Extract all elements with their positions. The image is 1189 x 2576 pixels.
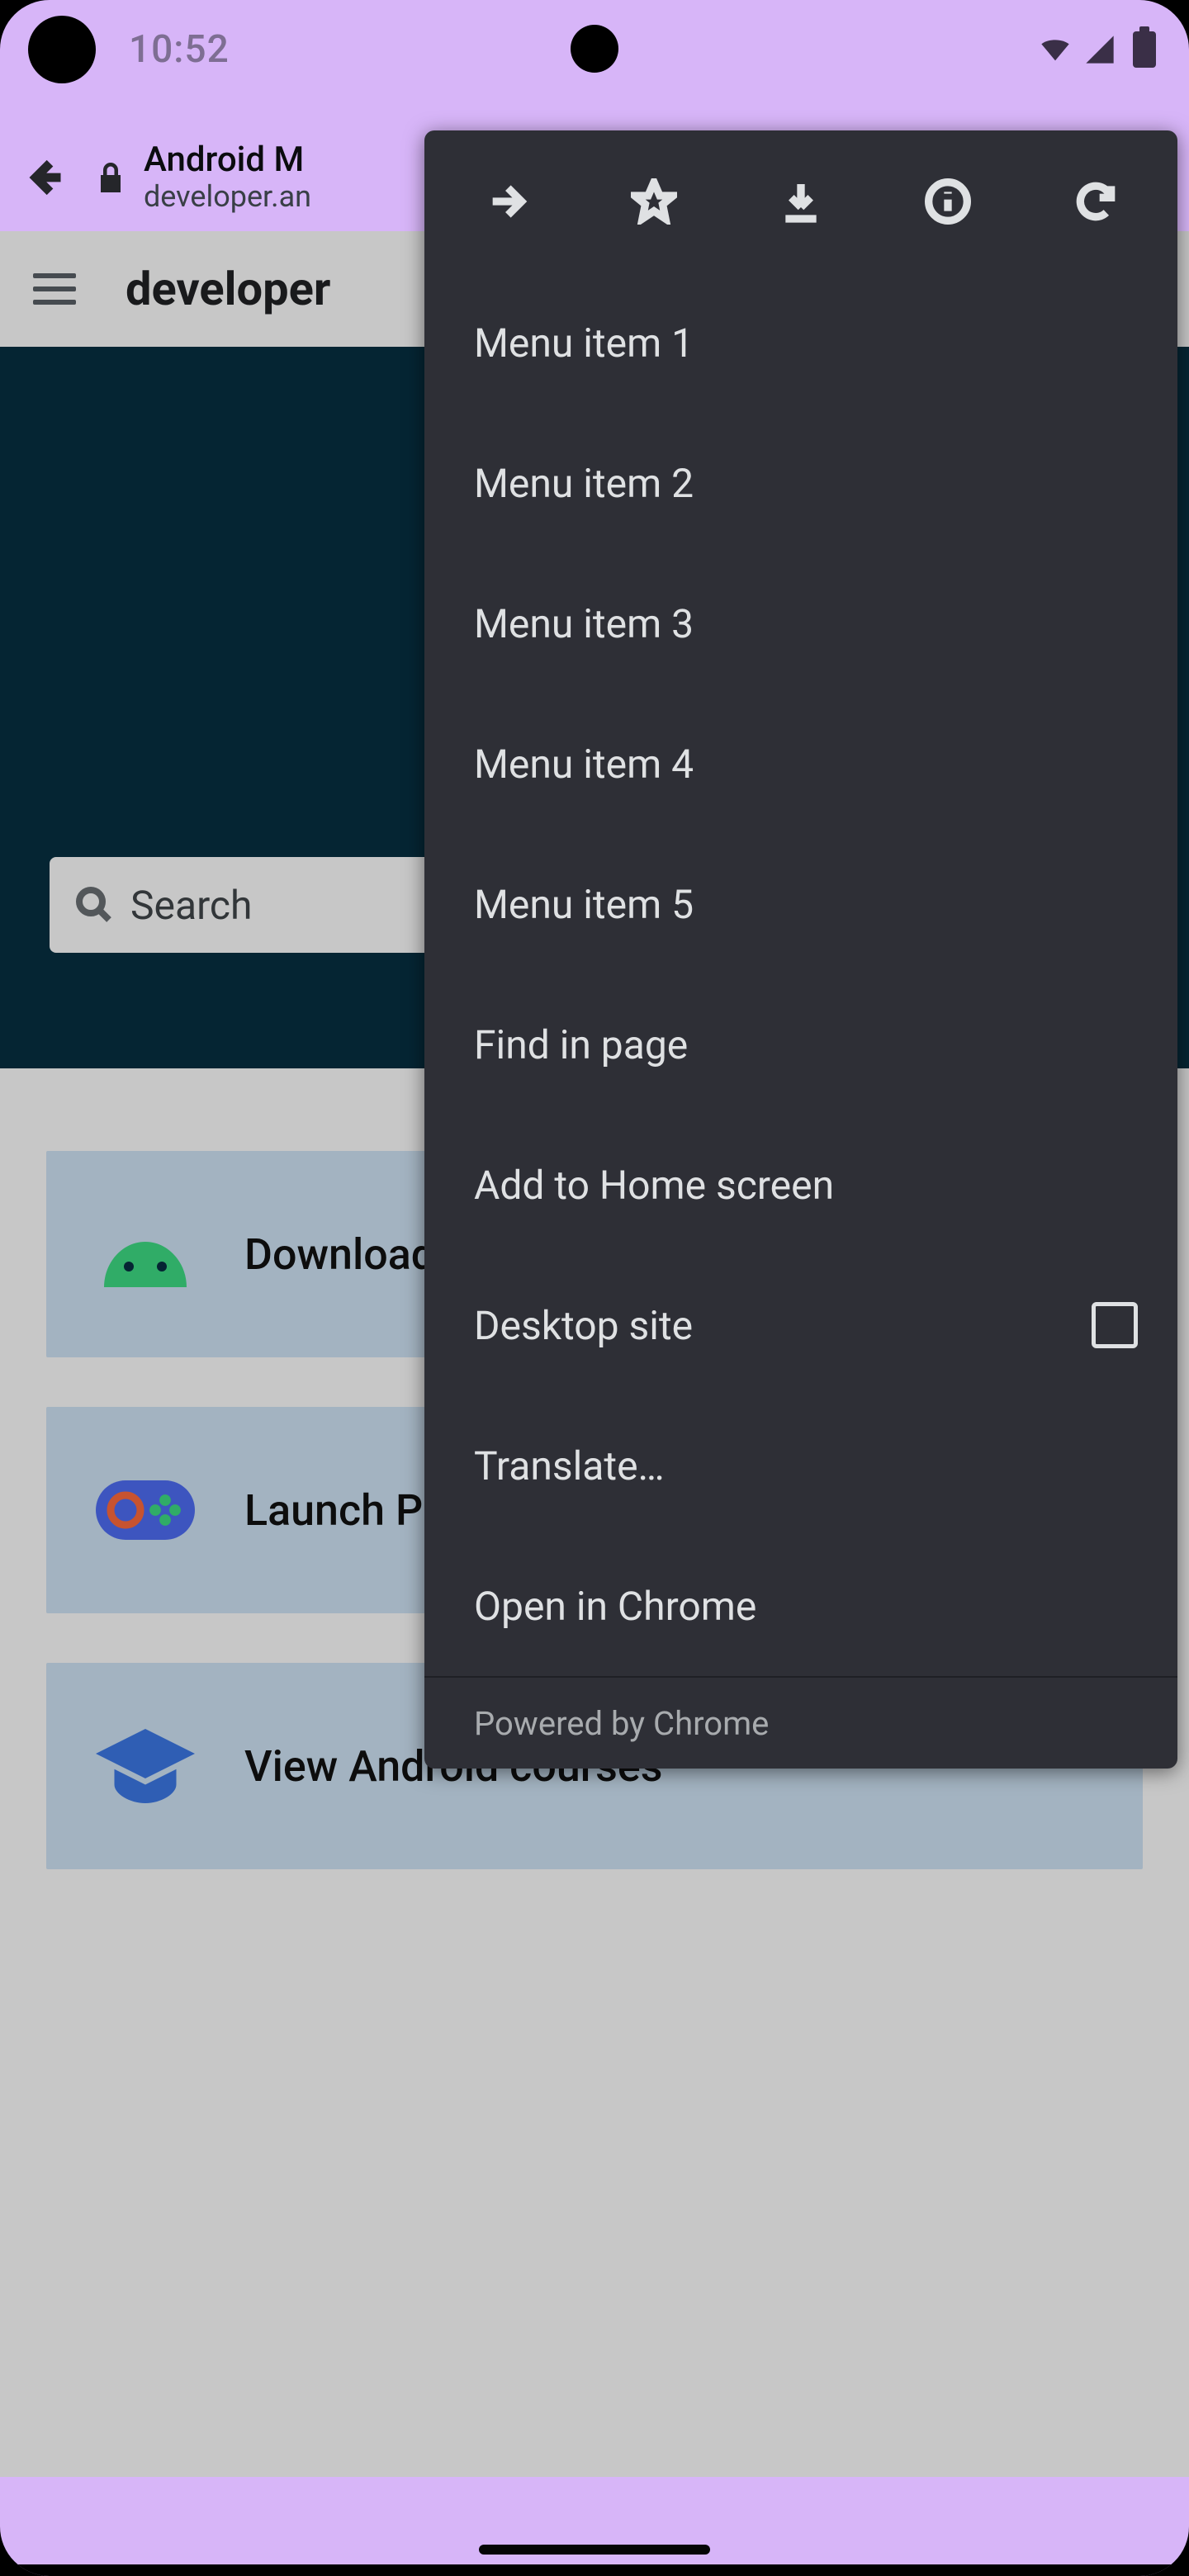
device-screen: 10:52 Android M developer.an: [0, 0, 1189, 2576]
device-bottom-bezel: [0, 2564, 1189, 2576]
menu-item-label: Menu item 5: [474, 881, 694, 928]
menu-item-label: Menu item 3: [474, 600, 694, 647]
overflow-menu: Menu item 1 Menu item 2 Menu item 3 Menu…: [424, 130, 1177, 1769]
lock-icon: [78, 159, 144, 196]
system-nav-bar: [0, 2497, 1189, 2555]
menu-item[interactable]: Menu item 1: [424, 272, 1177, 413]
search-placeholder: Search: [130, 882, 252, 929]
menu-item[interactable]: Menu item 5: [424, 834, 1177, 974]
status-bar: 10:52: [0, 0, 1189, 99]
menu-item-open-chrome[interactable]: Open in Chrome: [424, 1536, 1177, 1676]
menu-item-label: Menu item 1: [474, 320, 694, 367]
reload-button[interactable]: [1022, 130, 1169, 272]
menu-footer-label: Powered by Chrome: [474, 1704, 769, 1743]
clock: 10:52: [129, 27, 230, 72]
wifi-icon: [1039, 33, 1072, 66]
menu-item-label: Translate…: [474, 1442, 665, 1489]
menu-item[interactable]: Menu item 3: [424, 553, 1177, 694]
menu-footer: Powered by Chrome: [424, 1676, 1177, 1769]
download-button[interactable]: [727, 130, 874, 272]
android-icon: [96, 1205, 195, 1304]
hamburger-icon[interactable]: [33, 268, 76, 310]
cellular-icon: [1083, 33, 1116, 66]
menu-item-add-home[interactable]: Add to Home screen: [424, 1115, 1177, 1255]
camera-cutout-center: [571, 25, 618, 73]
site-logo: developer: [126, 262, 330, 316]
menu-item-label: Open in Chrome: [474, 1583, 756, 1630]
bookmark-button[interactable]: [580, 130, 727, 272]
menu-item-label: Find in page: [474, 1021, 688, 1068]
mortarboard-icon: [96, 1717, 195, 1816]
menu-item-label: Menu item 2: [474, 460, 694, 507]
page-title: Android M: [144, 140, 311, 180]
menu-item-label: Add to Home screen: [474, 1162, 834, 1209]
forward-button[interactable]: [433, 130, 580, 272]
nav-pill[interactable]: [479, 2545, 710, 2555]
desktop-site-checkbox[interactable]: [1092, 1302, 1138, 1348]
menu-item-label: Desktop site: [474, 1302, 693, 1349]
page-host: developer.an: [144, 180, 311, 214]
menu-item[interactable]: Menu item 2: [424, 413, 1177, 553]
play-console-icon: [96, 1461, 195, 1560]
menu-item-find-in-page[interactable]: Find in page: [424, 974, 1177, 1115]
search-icon: [74, 885, 114, 925]
status-icons: [1039, 33, 1161, 66]
url-text-area[interactable]: Android M developer.an: [144, 140, 311, 215]
menu-item-desktop-site[interactable]: Desktop site: [424, 1255, 1177, 1395]
page-info-button[interactable]: [874, 130, 1021, 272]
camera-cutout-left: [28, 16, 96, 83]
back-button[interactable]: [12, 144, 78, 211]
menu-item-label: Menu item 4: [474, 741, 694, 788]
menu-item[interactable]: Menu item 4: [424, 694, 1177, 834]
battery-icon: [1128, 33, 1161, 66]
menu-top-row: [424, 130, 1177, 272]
menu-item-translate[interactable]: Translate…: [424, 1395, 1177, 1536]
